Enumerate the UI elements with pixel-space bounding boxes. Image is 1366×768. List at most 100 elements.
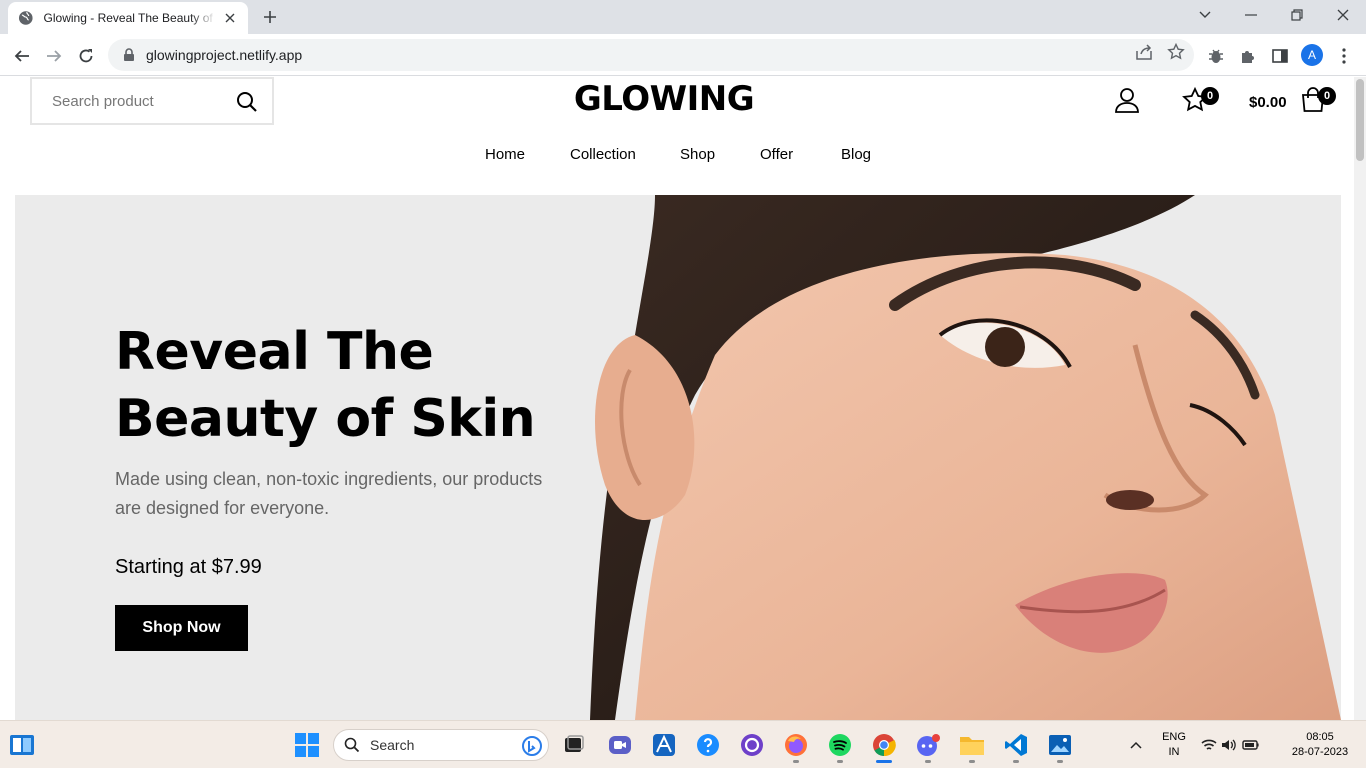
taskbar-spotify[interactable] [827,732,853,758]
firefox-icon [785,734,807,756]
system-clock[interactable]: 08:05 28-07-2023 [1280,730,1360,760]
task-view-icon [565,735,584,752]
restore-button[interactable] [1274,0,1320,30]
nav-item-blog[interactable]: Blog [841,146,871,163]
back-button[interactable] [8,42,36,70]
cart-total: $0.00 [1249,94,1287,111]
taskbar-chrome[interactable] [871,732,897,758]
taskbar-firefox[interactable] [783,732,809,758]
vscode-icon [1005,734,1027,756]
widgets-button[interactable] [9,732,35,758]
minimize-icon [1245,14,1257,16]
bookmark-button[interactable] [1166,42,1186,62]
wishlist-count-badge: 0 [1201,87,1219,105]
main-navigation: Home Collection Shop Offer Blog [0,146,1354,166]
framework-app-icon [653,734,675,756]
vscode-running-indicator [1013,760,1019,763]
clock-time: 08:05 [1306,731,1334,743]
arrow-right-icon [47,50,62,62]
firefox-running-indicator [793,760,799,763]
chrome-active-indicator [876,760,892,763]
lock-icon [124,48,134,61]
tab-title: Glowing - Reveal The Beauty of Skin [43,11,217,25]
reload-button[interactable] [72,42,100,70]
spotify-running-indicator [837,760,843,763]
wifi-volume-battery-icons [1201,739,1259,751]
taskbar-search-box[interactable]: Search [333,729,549,761]
quick-settings-button[interactable] [1200,732,1260,758]
taskbar-app-framework[interactable] [651,732,677,758]
close-icon [1337,9,1349,21]
taskbar-get-help[interactable] [695,732,721,758]
url-text: glowingproject.netlify.app [146,47,303,63]
spotify-icon [829,734,851,756]
task-view-button[interactable] [561,732,587,758]
taskbar-search-label: Search [370,737,415,753]
minimize-button[interactable] [1228,0,1274,30]
help-icon [697,734,719,756]
star-icon [1167,43,1185,60]
hero-title: Reveal The Beauty of Skin [115,319,585,453]
profile-avatar[interactable]: A [1301,44,1323,66]
taskbar-discord[interactable] [915,732,941,758]
language-code: ENG [1162,731,1186,743]
taskbar-file-explorer[interactable] [959,732,985,758]
photos-running-indicator [1057,760,1063,763]
nav-item-shop[interactable]: Shop [680,146,715,163]
widgets-icon [10,735,34,755]
show-hidden-icons-button[interactable] [1123,732,1149,758]
taskbar-teams-meet[interactable] [607,732,633,758]
nav-item-collection[interactable]: Collection [570,146,636,163]
cart-count-badge: 0 [1318,87,1336,105]
user-account-icon[interactable] [1113,86,1141,114]
hero-starting-price: Starting at $7.99 [115,556,262,578]
clock-date: 28-07-2023 [1291,746,1349,758]
scrollbar-thumb[interactable] [1356,79,1364,161]
explorer-running-indicator [969,760,975,763]
hero-title-line-2: Beauty of Skin [115,389,536,449]
input-language[interactable]: ENG IN [1160,730,1188,760]
close-tab-icon[interactable] [222,10,238,26]
tab-search-button[interactable] [1182,0,1228,30]
new-tab-button[interactable] [258,6,282,28]
puzzle-icon [1242,51,1254,63]
taskbar-photos[interactable] [1047,732,1073,758]
side-panel-button[interactable] [1270,46,1290,66]
plus-icon [264,11,276,23]
address-bar[interactable]: glowingproject.netlify.app [108,39,1194,71]
browser-tab[interactable]: Glowing - Reveal The Beauty of Skin [8,2,248,34]
close-window-button[interactable] [1320,0,1366,30]
extension-bug-button[interactable] [1206,46,1226,66]
bug-icon [1209,49,1223,63]
search-input[interactable] [52,92,232,110]
extensions-button[interactable] [1238,46,1258,66]
photos-icon [1049,735,1071,755]
site-logo[interactable]: GLOWING [564,79,764,119]
taskbar-github-desktop[interactable] [739,732,765,758]
web-page: GLOWING 0 $0.00 0 Home Collection Shop O… [0,77,1354,720]
globe-icon [18,11,33,25]
share-icon [1136,44,1152,60]
start-button[interactable] [294,732,320,758]
browser-toolbar: glowingproject.netlify.app A [0,34,1366,76]
chevron-down-icon [1199,11,1211,18]
search-icon[interactable] [236,91,258,113]
product-search-box [30,77,274,125]
browser-menu-button[interactable] [1334,46,1354,66]
region-code: IN [1168,746,1180,758]
share-button[interactable] [1134,42,1154,62]
discord-running-indicator [925,760,931,763]
video-call-icon [609,736,631,754]
side-panel-icon [1272,49,1288,63]
taskbar-vscode[interactable] [1003,732,1029,758]
nav-item-offer[interactable]: Offer [760,146,793,163]
browser-tab-strip: Glowing - Reveal The Beauty of Skin [0,0,1366,34]
hero-description: Made using clean, non-toxic ingredients,… [115,469,543,518]
hero-title-line-1: Reveal The [115,322,434,382]
forward-button[interactable] [40,42,68,70]
page-scrollbar[interactable] [1354,77,1366,720]
discord-icon [917,734,940,756]
shop-now-button[interactable]: Shop Now [115,605,248,651]
nav-item-home[interactable]: Home [485,146,525,163]
github-desktop-icon [741,734,763,756]
